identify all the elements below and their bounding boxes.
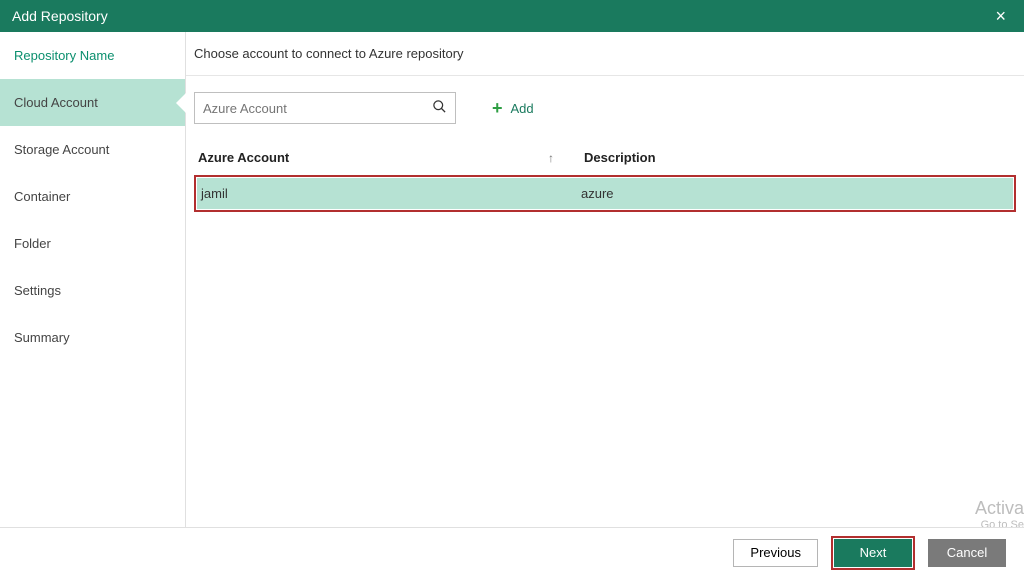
sidebar-item-label: Repository Name [14, 48, 114, 63]
plus-icon: + [492, 99, 503, 117]
column-description[interactable]: ↑ Description [578, 150, 1012, 165]
search-input[interactable] [203, 101, 432, 116]
next-button[interactable]: Next [834, 539, 912, 567]
sidebar-item-storage-account[interactable]: Storage Account [0, 126, 185, 173]
wizard-sidebar: Repository Name Cloud Account Storage Ac… [0, 32, 186, 527]
accounts-table: Azure Account ↑ Description jamil azure [194, 140, 1016, 212]
highlighted-row-frame: jamil azure [194, 175, 1016, 212]
dialog-body: Repository Name Cloud Account Storage Ac… [0, 32, 1024, 527]
dialog-title: Add Repository [12, 8, 108, 24]
sidebar-item-folder[interactable]: Folder [0, 220, 185, 267]
toolbar: + Add [186, 76, 1024, 140]
cell-description: azure [581, 186, 1009, 201]
sidebar-item-label: Summary [14, 330, 70, 345]
column-account[interactable]: Azure Account [198, 150, 578, 165]
cancel-button[interactable]: Cancel [928, 539, 1006, 567]
sidebar-item-label: Settings [14, 283, 61, 298]
sort-ascending-icon[interactable]: ↑ [548, 151, 554, 165]
account-search-box[interactable] [194, 92, 456, 124]
titlebar: Add Repository × [0, 0, 1024, 32]
sidebar-item-label: Storage Account [14, 142, 109, 157]
sidebar-item-cloud-account[interactable]: Cloud Account [0, 79, 185, 126]
add-repository-dialog: Add Repository × Repository Name Cloud A… [0, 0, 1024, 577]
sidebar-item-label: Container [14, 189, 70, 204]
sidebar-item-label: Cloud Account [14, 95, 98, 110]
table-row[interactable]: jamil azure [197, 178, 1013, 209]
sidebar-item-repository-name[interactable]: Repository Name [0, 32, 185, 79]
instruction-text: Choose account to connect to Azure repos… [186, 32, 1024, 76]
column-account-label: Azure Account [198, 150, 289, 165]
sidebar-item-label: Folder [14, 236, 51, 251]
close-icon[interactable]: × [989, 7, 1012, 25]
add-label: Add [511, 101, 534, 116]
sidebar-item-settings[interactable]: Settings [0, 267, 185, 314]
cell-account: jamil [201, 186, 581, 201]
dialog-footer: Previous Next Cancel [0, 527, 1024, 577]
previous-button[interactable]: Previous [733, 539, 818, 567]
main-panel: Choose account to connect to Azure repos… [186, 32, 1024, 527]
sidebar-item-summary[interactable]: Summary [0, 314, 185, 361]
table-header: Azure Account ↑ Description [194, 140, 1016, 175]
sidebar-item-container[interactable]: Container [0, 173, 185, 220]
column-description-label: Description [584, 150, 656, 165]
search-icon[interactable] [432, 99, 447, 118]
add-button[interactable]: + Add [492, 99, 534, 117]
